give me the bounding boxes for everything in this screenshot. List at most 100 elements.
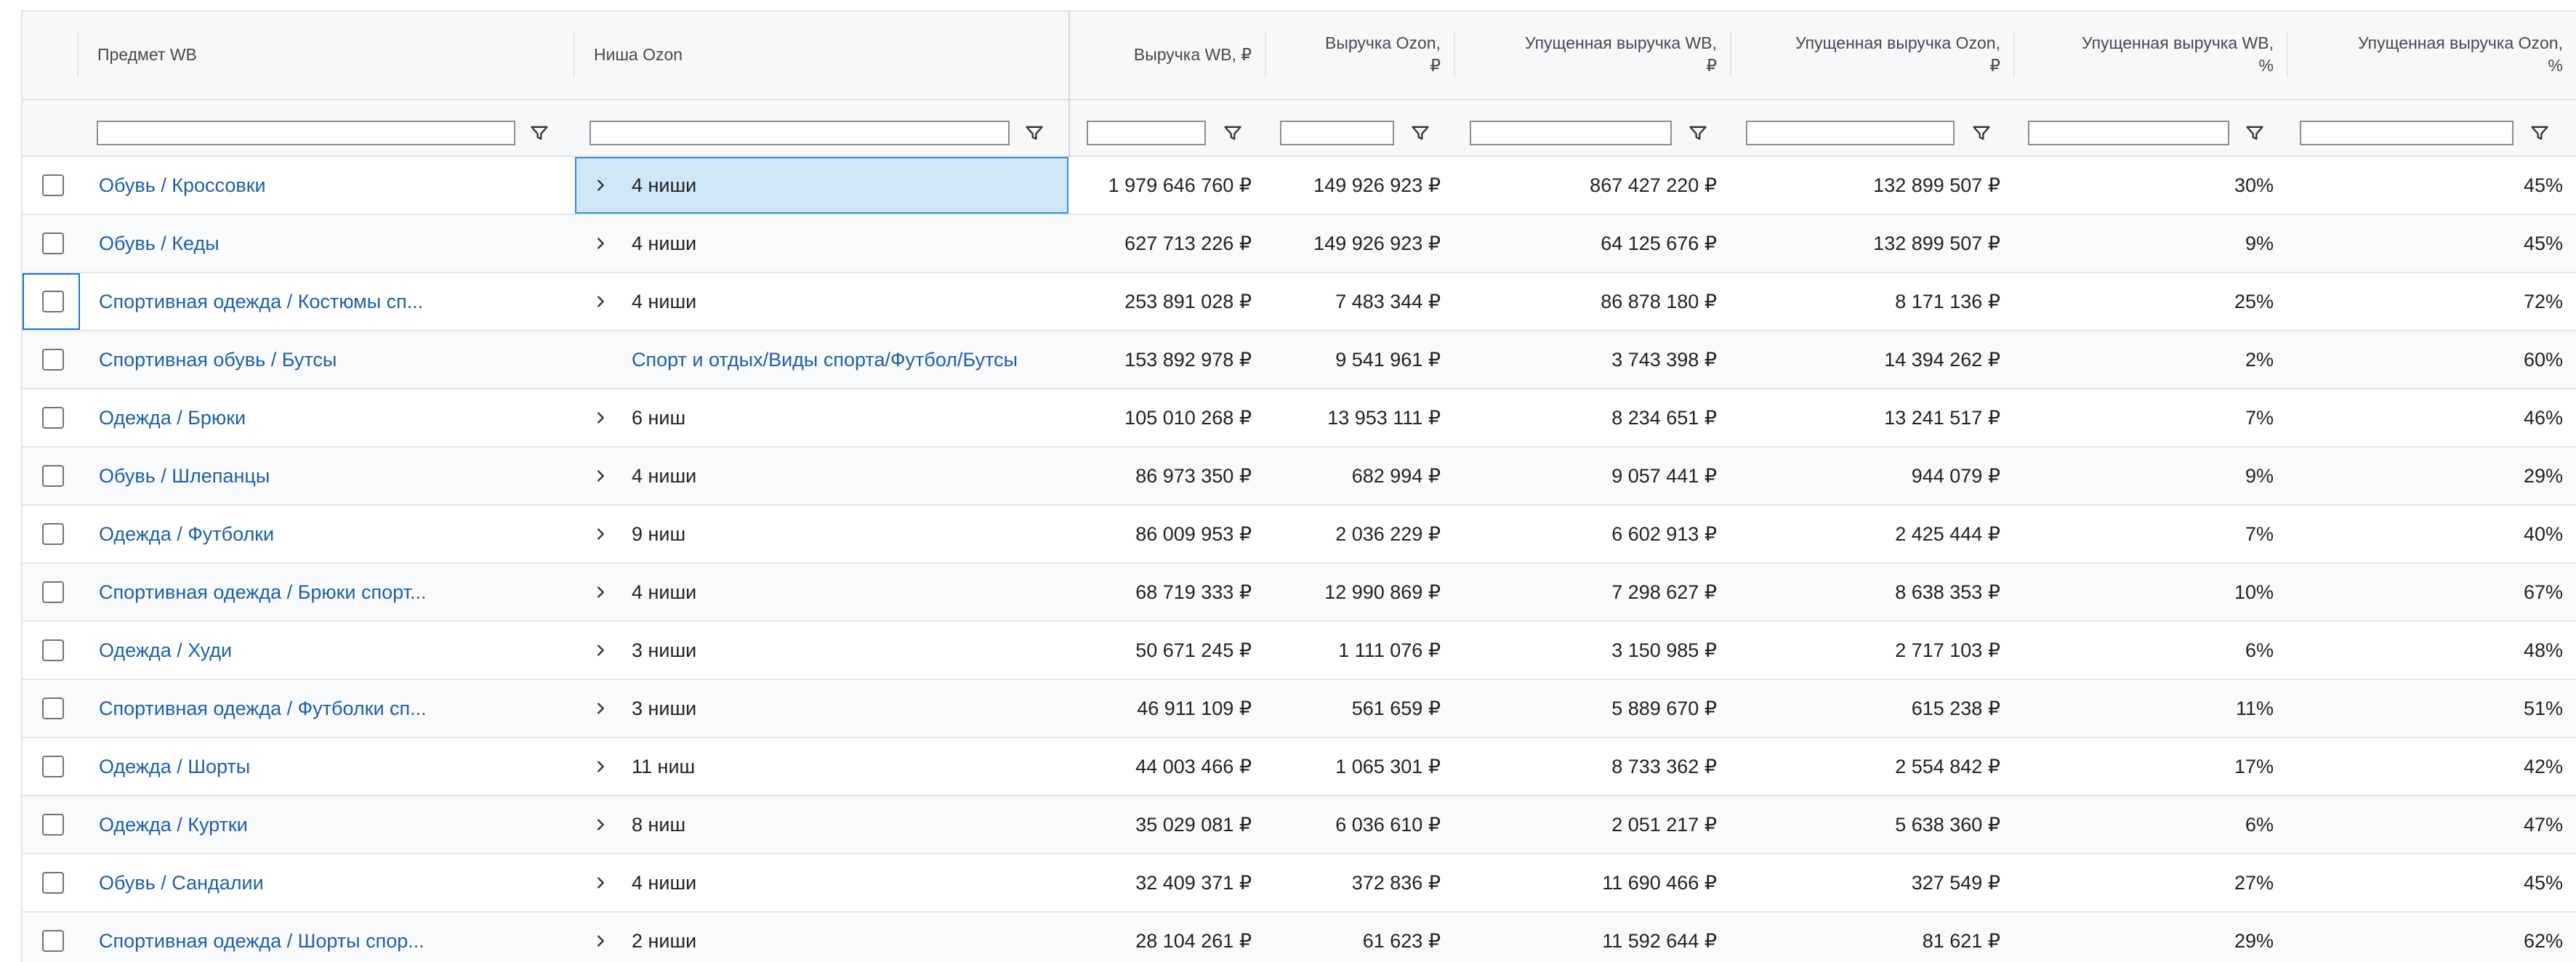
row-checkbox[interactable] (42, 756, 64, 777)
row-checkbox[interactable] (42, 814, 64, 836)
subject-wb-link[interactable]: Обувь / Кеды (99, 215, 564, 272)
niche-count[interactable]: 4 ниши (632, 273, 696, 330)
filter-lost-wb-pct-input[interactable] (2028, 121, 2229, 145)
filter-lost-ozon-pct-input[interactable] (2300, 121, 2513, 145)
niche-count[interactable]: 4 ниши (632, 448, 696, 504)
filter-lost-wb-input[interactable] (1470, 121, 1672, 145)
subject-wb-link[interactable]: Спортивная одежда / Шорты спор... (99, 913, 564, 962)
row-checkbox[interactable] (42, 639, 64, 661)
table-row[interactable]: Одежда / Футболки 9 ниш 86 009 953 ₽ 2 036 … (23, 506, 2576, 564)
revenue-wb-value: 1 979 646 760 ₽ (1108, 174, 1252, 196)
row-checkbox[interactable] (42, 407, 64, 429)
header-lost-ozon[interactable]: Упущенная выручка Ozon, ₽ (1731, 12, 2015, 100)
subject-wb-link[interactable]: Обувь / Сандалии (99, 854, 564, 911)
filter-funnel-icon[interactable] (2245, 123, 2265, 143)
subject-wb-link[interactable]: Одежда / Футболки (99, 506, 564, 562)
row-checkbox[interactable] (42, 872, 64, 894)
filter-funnel-icon[interactable] (1223, 123, 1243, 143)
subject-wb-link[interactable]: Одежда / Худи (99, 622, 564, 679)
chevron-right-icon[interactable] (592, 294, 608, 310)
header-subject-wb[interactable]: Предмет WB (79, 12, 575, 100)
filter-funnel-icon[interactable] (1688, 123, 1708, 143)
header-lost-wb-line1: Упущенная выручка WB, (1525, 33, 1717, 52)
header-revenue-ozon[interactable]: Выручка Ozon, ₽ (1266, 12, 1455, 100)
table-row[interactable]: Одежда / Брюки 6 ниш 105 010 268 ₽ 13 953 1… (23, 389, 2576, 448)
row-checkbox[interactable] (42, 698, 64, 719)
row-checkbox[interactable] (42, 581, 64, 603)
table-row[interactable]: Одежда / Худи 3 ниши 50 671 245 ₽ 1 111 076… (23, 622, 2576, 680)
subject-wb-link[interactable]: Спортивная одежда / Костюмы сп... (99, 273, 564, 330)
table-row[interactable]: Одежда / Куртки 8 ниш 35 029 081 ₽ 6 036 61… (23, 796, 2576, 854)
header-lost-wb[interactable]: Упущенная выручка WB, ₽ (1455, 12, 1731, 100)
subject-wb-link[interactable]: Спортивная обувь / Бутсы (99, 331, 564, 388)
row-checkbox[interactable] (42, 523, 64, 545)
subject-wb-link[interactable]: Спортивная одежда / Футболки сп... (99, 680, 564, 737)
filter-funnel-icon[interactable] (2529, 123, 2550, 143)
niche-count[interactable]: 4 ниши (632, 564, 696, 621)
chevron-right-icon[interactable] (592, 410, 608, 426)
table-row[interactable]: Спортивная обувь / Бутсы Спорт и отдых/Ви… (23, 331, 2576, 389)
header-lost-wb-pct-line2: % (2258, 56, 2274, 75)
lost-revenue-wb-value: 8 234 651 ₽ (1611, 407, 1717, 429)
niche-count[interactable]: 4 ниши (632, 854, 696, 911)
header-revenue-wb[interactable]: Выручка WB, ₽ (1070, 12, 1266, 100)
chevron-right-icon[interactable] (592, 177, 608, 193)
filter-niche-ozon-input[interactable] (589, 121, 1010, 145)
header-lost-ozon-pct[interactable]: Упущенная выручка Ozon,% (2288, 12, 2576, 100)
filter-funnel-icon[interactable] (1410, 123, 1430, 143)
table-row[interactable]: Обувь / Кеды 4 ниши 627 713 226 ₽ 149 926 9… (23, 215, 2576, 273)
row-checkbox[interactable] (42, 233, 64, 254)
row-checkbox[interactable] (42, 174, 64, 196)
header-niche-ozon[interactable]: Ниша Ozon (575, 12, 1070, 100)
niche-count[interactable]: 2 ниши (632, 913, 696, 962)
revenue-ozon-value: 149 926 923 ₽ (1313, 233, 1441, 254)
chevron-right-icon[interactable] (592, 817, 608, 833)
chevron-right-icon[interactable] (592, 875, 608, 891)
chevron-right-icon[interactable] (592, 759, 608, 775)
subject-wb-link[interactable]: Обувь / Кроссовки (99, 157, 564, 214)
filter-revenue-ozon-input[interactable] (1280, 121, 1394, 145)
chevron-right-icon[interactable] (592, 700, 608, 716)
table-row[interactable]: Обувь / Кроссовки 4 ниши 1 979 646 760 ₽ 14… (23, 157, 2576, 215)
row-checkbox[interactable] (42, 291, 64, 312)
table-row[interactable]: Спортивная одежда / Костюмы сп... 4 ниши 2… (23, 273, 2576, 331)
niche-ozon-link[interactable]: Спорт и отдых/Виды спорта/Футбол/Бутсы (632, 331, 1018, 388)
niche-count[interactable]: 9 ниш (632, 506, 685, 562)
subject-wb-link[interactable]: Одежда / Брюки (99, 389, 564, 446)
row-checkbox[interactable] (42, 349, 64, 371)
table-row[interactable]: Одежда / Шорты 11 ниш 44 003 466 ₽ 1 065 30… (23, 738, 2576, 796)
filter-funnel-icon[interactable] (529, 123, 550, 143)
niche-count[interactable]: 11 ниш (632, 738, 695, 795)
filter-lost-ozon-input[interactable] (1746, 121, 1955, 145)
niche-count[interactable]: 8 ниш (632, 796, 685, 853)
filter-subject-wb-input[interactable] (97, 121, 515, 145)
niche-count[interactable]: 4 ниши (632, 215, 696, 272)
subject-wb-link[interactable]: Одежда / Куртки (99, 796, 564, 853)
header-lost-wb-pct[interactable]: Упущенная выручка WB,% (2015, 12, 2288, 100)
niche-count[interactable]: 4 ниши (632, 157, 696, 214)
table-row[interactable]: Обувь / Шлепанцы 4 ниши 86 973 350 ₽ 682 99… (23, 448, 2576, 506)
chevron-right-icon[interactable] (592, 933, 608, 949)
table-row[interactable]: Спортивная одежда / Футболки сп... 3 ниши… (23, 680, 2576, 738)
chevron-right-icon[interactable] (592, 584, 608, 600)
filter-revenue-ozon (1266, 100, 1455, 155)
niche-count[interactable]: 3 ниши (632, 622, 696, 679)
subject-wb-link[interactable]: Обувь / Шлепанцы (99, 448, 564, 504)
row-checkbox[interactable] (42, 930, 64, 952)
header-subject-wb-label: Предмет WB (97, 45, 197, 64)
filter-funnel-icon[interactable] (1024, 123, 1045, 143)
table-row[interactable]: Спортивная одежда / Брюки спорт... 4 ниши… (23, 564, 2576, 622)
chevron-right-icon[interactable] (592, 235, 608, 251)
niche-count[interactable]: 3 ниши (632, 680, 696, 737)
filter-revenue-wb-input[interactable] (1087, 121, 1206, 145)
chevron-right-icon[interactable] (592, 526, 608, 542)
niche-count[interactable]: 6 ниш (632, 389, 685, 446)
chevron-right-icon[interactable] (592, 642, 608, 658)
subject-wb-link[interactable]: Спортивная одежда / Брюки спорт... (99, 564, 564, 621)
chevron-right-icon[interactable] (592, 468, 608, 484)
filter-funnel-icon[interactable] (1971, 123, 1992, 143)
table-row[interactable]: Спортивная одежда / Шорты спор... 2 ниши 2… (23, 913, 2576, 962)
subject-wb-link[interactable]: Одежда / Шорты (99, 738, 564, 795)
row-checkbox[interactable] (42, 465, 64, 487)
table-row[interactable]: Обувь / Сандалии 4 ниши 32 409 371 ₽ 372 83… (23, 854, 2576, 913)
